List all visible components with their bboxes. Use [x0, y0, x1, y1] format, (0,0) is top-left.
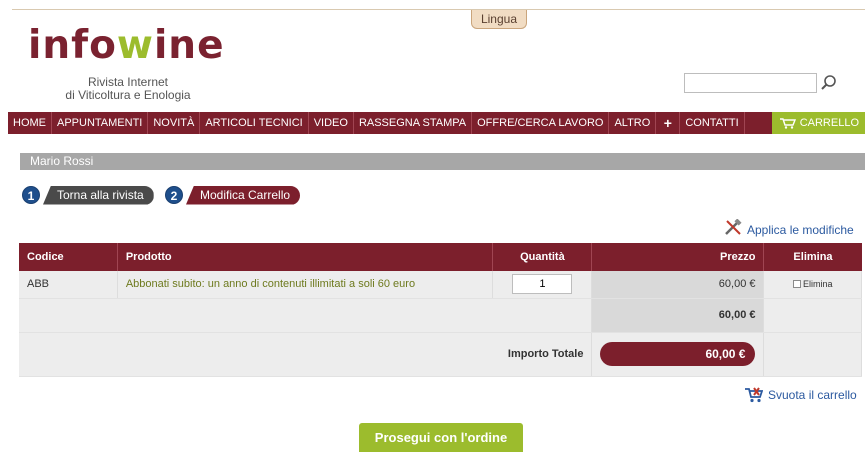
apply-changes-label: Applica le modifiche	[747, 223, 854, 237]
nav-item-offre-cerca-lavoro[interactable]: OFFRE/CERCA LAVORO	[472, 112, 610, 134]
logo-text-part2: w	[116, 23, 154, 68]
quantity-input[interactable]	[512, 274, 573, 295]
total-label: Importo Totale	[19, 332, 593, 377]
logo-text-part3: ine	[153, 23, 225, 68]
nav-item-articoli-tecnici[interactable]: ARTICOLI TECNICI	[200, 112, 309, 134]
logo-text-part1: info	[28, 23, 117, 68]
cell-quantity	[492, 271, 593, 299]
edit-cart-button[interactable]: Modifica Carrello	[186, 185, 301, 205]
site-logo[interactable]: infowine	[28, 24, 225, 68]
nav-item-carrello[interactable]: CARRELLO	[771, 112, 865, 134]
subtotal-spacer	[19, 298, 593, 333]
proceed-order-button[interactable]: Prosegui con l'ordine	[359, 423, 523, 452]
header-prodotto: Prodotto	[117, 243, 494, 271]
total-value: 60,00 €	[600, 342, 756, 366]
top-divider	[12, 9, 865, 10]
product-link[interactable]: Abbonati subito: un anno di contenuti il…	[126, 278, 415, 290]
nav-item-appuntamenti[interactable]: APPUNTAMENTI	[52, 112, 149, 134]
cell-delete: Elimina	[763, 271, 862, 299]
user-name-bar: Mario Rossi	[20, 153, 865, 170]
nav-item-contatti[interactable]: CONTATTI	[680, 112, 745, 134]
subtotal-row: 60,00 €	[19, 298, 862, 333]
main-navigation: HOME APPUNTAMENTI NOVITÀ ARTICOLI TECNIC…	[8, 112, 865, 134]
nav-item-plus[interactable]: +	[656, 112, 681, 134]
cart-icon	[779, 118, 796, 129]
subtotal-value: 60,00 €	[591, 298, 765, 333]
header-codice: Codice	[19, 243, 118, 271]
nav-item-home[interactable]: HOME	[8, 112, 52, 134]
tools-icon	[725, 219, 742, 235]
step-edit-cart[interactable]: 2 Modifica Carrello	[165, 185, 301, 205]
cell-code: ABB	[19, 271, 118, 299]
subtotal-empty	[763, 298, 862, 333]
site-tagline: Rivista Internet di Viticoltura e Enolog…	[48, 76, 208, 102]
total-empty	[763, 332, 862, 377]
apply-changes-link[interactable]: Applica le modifiche	[723, 217, 854, 237]
table-header-row: Codice Prodotto Quantità Prezzo Elimina	[19, 243, 862, 271]
tagline-line2: di Viticoltura e Enologia	[65, 88, 191, 102]
nav-item-rassegna-stampa[interactable]: RASSEGNA STAMPA	[354, 112, 473, 134]
total-row: Importo Totale 60,00 €	[19, 332, 862, 377]
cart-table: Codice Prodotto Quantità Prezzo Elimina …	[19, 243, 862, 377]
language-button[interactable]: Lingua	[471, 10, 527, 29]
nav-cart-label: CARRELLO	[799, 117, 859, 129]
table-row: ABB Abbonati subito: un anno di contenut…	[19, 271, 862, 299]
back-to-magazine-button[interactable]: Torna alla rivista	[43, 185, 154, 205]
delete-checkbox-wrap[interactable]: Elimina	[772, 279, 853, 289]
delete-checkbox[interactable]	[792, 280, 801, 289]
search-input[interactable]	[684, 73, 817, 93]
total-cell: 60,00 €	[591, 332, 765, 377]
delete-label: Elimina	[802, 279, 833, 290]
header-prezzo: Prezzo	[591, 243, 765, 271]
cell-price: 60,00 €	[591, 271, 765, 299]
header-elimina: Elimina	[763, 243, 862, 271]
cell-product: Abbonati subito: un anno di contenuti il…	[117, 271, 494, 299]
empty-cart-link[interactable]: Svuota il carrello	[745, 387, 857, 403]
nav-item-novita[interactable]: NOVITÀ	[148, 112, 201, 134]
empty-cart-icon	[745, 387, 763, 403]
step-number-2: 2	[165, 186, 183, 204]
empty-cart-label: Svuota il carrello	[768, 388, 857, 402]
nav-item-altro[interactable]: ALTRO	[609, 112, 657, 134]
step-back-to-magazine[interactable]: 1 Torna alla rivista	[22, 185, 154, 205]
header-quantita: Quantità	[492, 243, 593, 271]
nav-item-video[interactable]: VIDEO	[309, 112, 354, 134]
search-icon[interactable]	[820, 74, 838, 92]
step-number-1: 1	[22, 186, 40, 204]
